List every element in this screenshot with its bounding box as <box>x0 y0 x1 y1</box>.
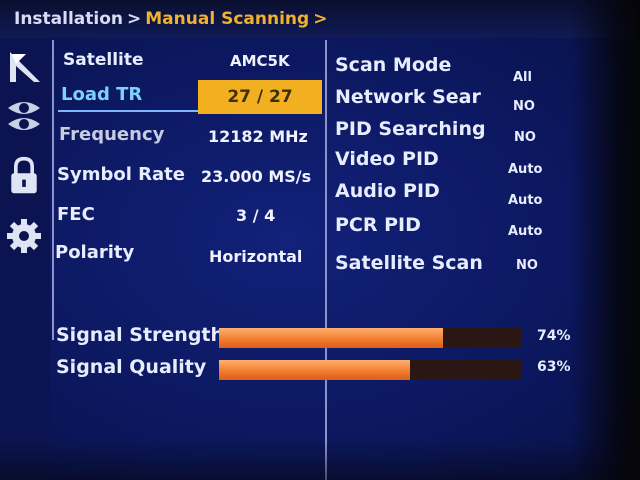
fec-value[interactable]: 3 / 4 <box>236 206 275 225</box>
signal-strength-percent: 74% <box>537 328 571 344</box>
load-tr-label: Load TR <box>61 84 143 105</box>
network-search-value[interactable]: NO <box>513 99 535 114</box>
video-pid-label: Video PID <box>335 148 439 170</box>
left-divider <box>52 40 54 340</box>
pcr-pid-label: PCR PID <box>335 214 421 236</box>
breadcrumb-separator: > <box>127 9 142 29</box>
polarity-label: Polarity <box>55 242 135 263</box>
breadcrumb-trailing: > <box>313 9 328 29</box>
screen-bottom-shadow <box>0 440 640 480</box>
satellite-scan-label: Satellite Scan <box>335 252 483 274</box>
signal-strength-fill <box>219 328 444 348</box>
pid-searching-label: PID Searching <box>335 118 486 140</box>
breadcrumb: Installation > Manual Scanning > <box>0 0 640 38</box>
load-tr-field[interactable]: 27 / 27 <box>198 80 322 114</box>
satellite-dish-icon[interactable] <box>6 48 42 88</box>
polarity-value[interactable]: Horizontal <box>209 247 302 266</box>
audio-pid-value[interactable]: Auto <box>508 193 542 208</box>
signal-quality-label: Signal Quality <box>56 356 207 378</box>
sidebar-icons <box>0 38 50 480</box>
network-search-label: Network Sear <box>335 86 481 108</box>
signal-strength-bar <box>219 328 522 348</box>
satellite-label: Satellite <box>63 50 144 70</box>
pcr-pid-value[interactable]: Auto <box>508 224 542 239</box>
center-divider <box>325 40 327 480</box>
video-pid-value[interactable]: Auto <box>508 162 542 177</box>
scan-mode-value[interactable]: All <box>513 70 532 85</box>
satellite-value[interactable]: AMC5K <box>230 52 290 70</box>
frequency-label: Frequency <box>59 124 165 145</box>
satellite-scan-value[interactable]: NO <box>516 258 538 273</box>
signal-quality-bar <box>219 360 522 380</box>
manual-scanning-screen: Installation > Manual Scanning > Satelli… <box>0 0 640 480</box>
audio-pid-label: Audio PID <box>335 180 440 202</box>
screen-bezel-edge <box>570 0 640 480</box>
fec-label: FEC <box>57 204 95 225</box>
signal-quality-fill <box>219 360 410 380</box>
breadcrumb-current: Manual Scanning <box>145 9 310 29</box>
symbol-rate-label: Symbol Rate <box>57 164 185 185</box>
signal-quality-percent: 63% <box>537 359 571 375</box>
breadcrumb-parent[interactable]: Installation <box>14 9 123 29</box>
load-tr-value: 27 / 27 <box>227 87 293 107</box>
lock-icon[interactable] <box>6 156 42 196</box>
signal-strength-label: Signal Strength <box>56 324 225 346</box>
symbol-rate-value[interactable]: 23.000 MS/s <box>201 167 311 186</box>
gear-icon[interactable] <box>6 216 42 256</box>
scan-mode-label: Scan Mode <box>335 54 452 76</box>
pid-searching-value[interactable]: NO <box>514 130 536 145</box>
frequency-value[interactable]: 12182 MHz <box>208 127 308 146</box>
eye-icon[interactable] <box>6 94 42 134</box>
load-tr-underline <box>58 110 198 112</box>
